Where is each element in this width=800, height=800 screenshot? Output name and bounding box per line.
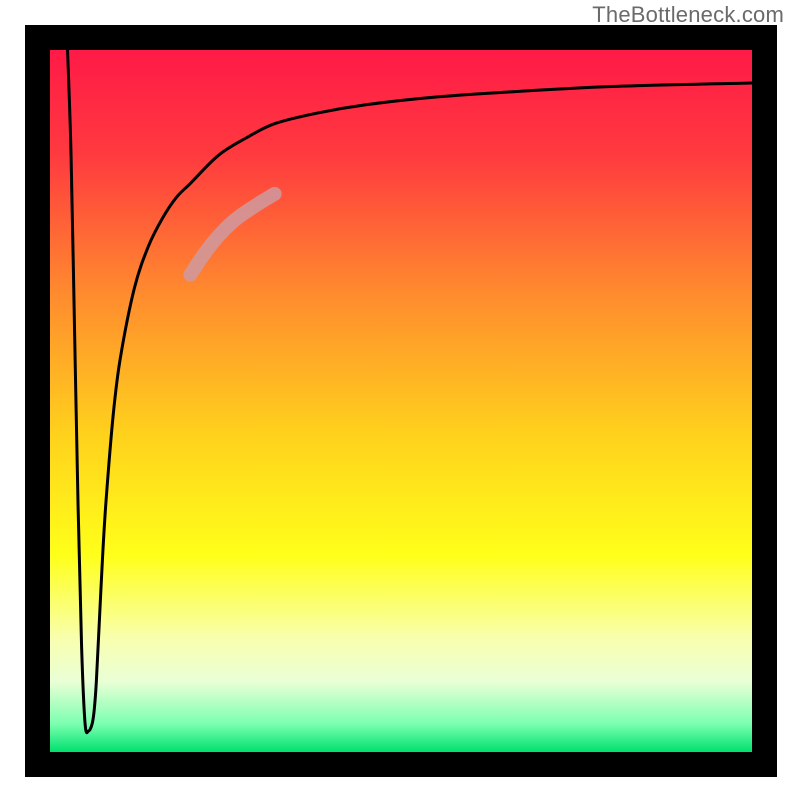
bottleneck-chart — [0, 0, 800, 800]
chart-container: TheBottleneck.com — [0, 0, 800, 800]
watermark-label: TheBottleneck.com — [592, 2, 784, 28]
chart-background — [50, 50, 752, 752]
